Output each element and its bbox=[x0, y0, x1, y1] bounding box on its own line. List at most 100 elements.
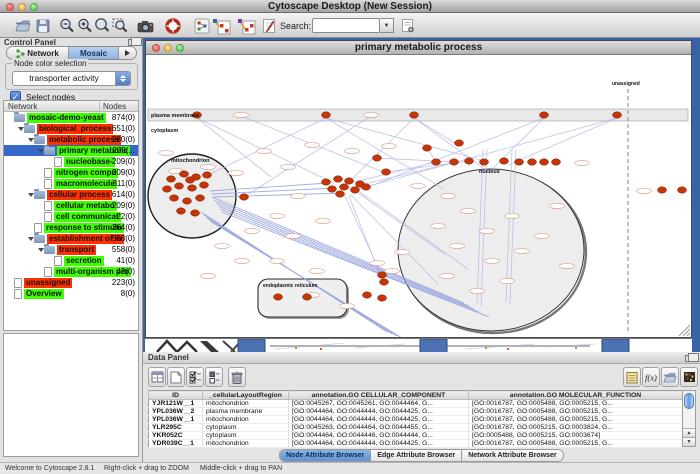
table-cell[interactable]: [GO:0044464, GO:0044446, GO:0044444, G..… bbox=[289, 432, 469, 440]
search-dropdown-button[interactable]: ▼ bbox=[380, 18, 394, 33]
tab-network-attribute-browser[interactable]: Network Attribute Browser bbox=[462, 450, 562, 461]
tree-row[interactable]: unassigned223(0) bbox=[4, 277, 138, 288]
expander-icon[interactable] bbox=[27, 191, 34, 198]
float-panel-icon[interactable] bbox=[128, 39, 137, 46]
delete-attribute-button[interactable] bbox=[228, 367, 246, 387]
table-cell[interactable]: [GO:0005488, GO:0005215, GO:0003674] bbox=[469, 432, 683, 440]
layout-align-button[interactable] bbox=[210, 16, 232, 35]
tree-row[interactable]: multi-organism pro42(0) bbox=[4, 266, 138, 277]
search-options-button[interactable] bbox=[398, 16, 417, 35]
tree-row[interactable]: cellular process614(0) bbox=[4, 189, 138, 200]
tree-header[interactable]: Network Nodes bbox=[4, 101, 138, 112]
data-panel-float-icon[interactable] bbox=[685, 355, 694, 362]
tree-row[interactable]: secretion41(0) bbox=[4, 255, 138, 266]
color-attribute-dropdown[interactable]: transporter activity bbox=[12, 71, 131, 86]
expander-icon[interactable] bbox=[27, 136, 34, 143]
table-row[interactable]: YKR052Ccytoplasm[GO:0044464, GO:0044446,… bbox=[149, 432, 683, 440]
tree-row[interactable]: cell communicat22(0) bbox=[4, 211, 138, 222]
table-row[interactable]: YLR295Ccytoplasm[GO:0045263, GO:0044464,… bbox=[149, 424, 683, 432]
annotation-button[interactable] bbox=[259, 16, 278, 35]
table-cell[interactable]: YJR121W__1 bbox=[149, 400, 203, 408]
scrollbar-thumb[interactable] bbox=[684, 393, 694, 409]
table-cell[interactable]: [GO:0045267, GO:0045261, GO:0044464, G..… bbox=[289, 400, 469, 408]
matrix-view-button[interactable] bbox=[680, 367, 698, 387]
table-cell[interactable]: [GO:0044464, GO:0044444, GO:0044425, G..… bbox=[289, 416, 469, 424]
zoom-out-button[interactable] bbox=[57, 16, 76, 35]
table-cell[interactable]: plasma membrane bbox=[203, 408, 289, 416]
table-scrollbar[interactable]: ▲ ▼ bbox=[682, 390, 696, 447]
network-window-titlebar[interactable]: primary metabolic process bbox=[146, 41, 691, 55]
function-builder-button[interactable]: f(x) bbox=[642, 367, 660, 387]
tree-row[interactable]: biological_process651(0) bbox=[4, 123, 138, 134]
scroll-up-button[interactable]: ▲ bbox=[683, 428, 695, 437]
tree-row[interactable]: response to stimulu264(0) bbox=[4, 222, 138, 233]
zoom-window-button[interactable] bbox=[30, 3, 38, 11]
snapshot-button[interactable] bbox=[136, 16, 155, 35]
expander-icon[interactable] bbox=[27, 235, 34, 242]
col-region[interactable]: _cellularLayoutRegion bbox=[203, 391, 289, 400]
tree-row[interactable]: macromolecule311(0) bbox=[4, 178, 138, 189]
table-cell[interactable]: YPL036W__1 bbox=[149, 416, 203, 424]
tree-row[interactable]: cellular metabo209(0) bbox=[4, 200, 138, 211]
table-row[interactable]: YJR121W__1mitochondrion[GO:0045267, GO:0… bbox=[149, 400, 683, 408]
dropdown-stepper[interactable] bbox=[115, 72, 130, 85]
cytopanel-toggle-button[interactable] bbox=[192, 16, 211, 35]
table-row[interactable]: YPL036W__1mitochondrion[GO:0044464, GO:0… bbox=[149, 416, 683, 424]
tab-network[interactable]: Network bbox=[7, 47, 69, 59]
tab-scroll-right-button[interactable] bbox=[119, 47, 136, 59]
table-cell[interactable]: mitochondrion bbox=[203, 400, 289, 408]
expander-icon[interactable] bbox=[37, 246, 44, 253]
network-close-button[interactable] bbox=[152, 44, 160, 52]
table-row[interactable]: YDR039C__1mitochondrion[GO:0044464, GO:0… bbox=[149, 440, 683, 448]
tree-row[interactable]: mosaic-demo-yeast874(0) bbox=[4, 112, 138, 123]
table-cell[interactable]: YLR295C bbox=[149, 424, 203, 432]
background-windows-strip[interactable] bbox=[145, 338, 692, 352]
attribute-table-button[interactable] bbox=[148, 367, 166, 387]
expander-icon[interactable] bbox=[17, 125, 24, 132]
tab-node-attribute-browser[interactable]: Node Attribute Browser bbox=[280, 450, 371, 461]
help-button[interactable] bbox=[163, 16, 182, 35]
col-molecular-function[interactable]: annotation.GO MOLECULAR_FUNCTION bbox=[469, 391, 683, 400]
search-input[interactable] bbox=[312, 18, 380, 33]
table-cell[interactable]: [GO:0044464, GO:0044444, GO:0044425, G..… bbox=[289, 440, 469, 448]
expander-icon[interactable] bbox=[37, 147, 44, 154]
zoom-fit-button[interactable] bbox=[92, 16, 111, 35]
zoom-selected-button[interactable] bbox=[110, 16, 129, 35]
table-cell[interactable]: YDR039C__1 bbox=[149, 440, 203, 448]
tree-row[interactable]: transport558(0) bbox=[4, 244, 138, 255]
table-row[interactable]: YPL036W__2plasma membrane[GO:0044464, GO… bbox=[149, 408, 683, 416]
table-cell[interactable]: YPL036W__2 bbox=[149, 408, 203, 416]
network-minimize-button[interactable] bbox=[164, 44, 172, 52]
table-cell[interactable]: cytoplasm bbox=[203, 424, 289, 432]
save-session-button[interactable] bbox=[33, 16, 52, 35]
tree-row[interactable]: metabolic process280(0) bbox=[4, 134, 138, 145]
tree-column-nodes[interactable]: Nodes bbox=[103, 102, 126, 111]
attribute-batch-editor-button[interactable] bbox=[623, 367, 641, 387]
network-view-window[interactable]: primary metabolic process bbox=[145, 40, 692, 338]
close-button[interactable] bbox=[6, 3, 14, 11]
table-cell[interactable]: YKR052C bbox=[149, 432, 203, 440]
new-attribute-button[interactable] bbox=[167, 367, 185, 387]
tree-row[interactable]: nitrogen compo209(0) bbox=[4, 167, 138, 178]
tree-row[interactable]: nucleobase-209(0) bbox=[4, 156, 138, 167]
layout-distribute-button[interactable] bbox=[235, 16, 257, 35]
tree-row[interactable]: establishment of lo558(0) bbox=[4, 233, 138, 244]
table-cell[interactable]: [GO:0016787, GO:0005215, GO:0003824, G..… bbox=[469, 424, 683, 432]
network-zoom-button[interactable] bbox=[176, 44, 184, 52]
open-session-button[interactable] bbox=[13, 16, 32, 35]
resize-grip-icon[interactable] bbox=[679, 325, 690, 336]
select-attributes-button[interactable] bbox=[186, 367, 204, 387]
tree-row[interactable]: Overview8(0) bbox=[4, 288, 138, 299]
tab-mosaic[interactable]: Mosaic bbox=[69, 47, 119, 59]
table-cell[interactable]: mitochondrion bbox=[203, 416, 289, 424]
tree-column-network[interactable]: Network bbox=[8, 102, 37, 111]
birds-eye-view[interactable] bbox=[3, 333, 139, 457]
tab-edge-attribute-browser[interactable]: Edge Attribute Browser bbox=[371, 450, 462, 461]
import-attributes-button[interactable] bbox=[661, 367, 679, 387]
table-cell[interactable]: mitochondrion bbox=[203, 440, 289, 448]
table-cell[interactable]: [GO:0016787, GO:0005488, GO:0005215, G..… bbox=[469, 416, 683, 424]
table-cell[interactable]: [GO:0016787, GO:0005488, GO:0005215, G..… bbox=[469, 440, 683, 448]
table-cell[interactable]: [GO:0045263, GO:0044464, GO:0044455, G..… bbox=[289, 424, 469, 432]
table-cell[interactable]: [GO:0016787, GO:0005488, GO:0005215, G..… bbox=[469, 408, 683, 416]
table-cell[interactable]: [GO:0016787, GO:0005488, GO:0005215, G..… bbox=[469, 400, 683, 408]
